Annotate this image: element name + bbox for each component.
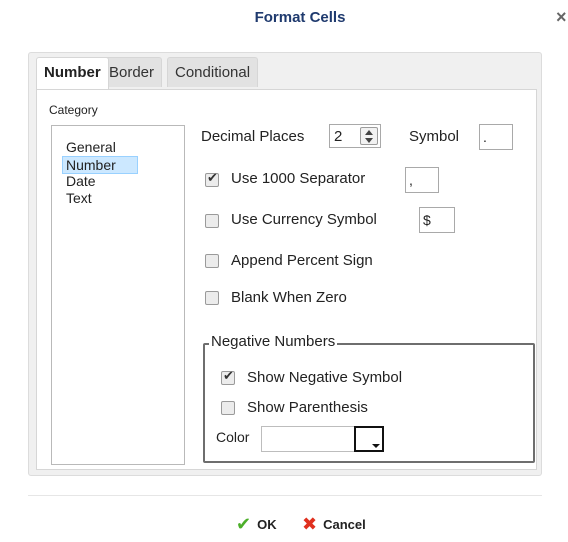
show-negative-symbol-label: Show Negative Symbol: [247, 369, 403, 386]
tab-number[interactable]: Number: [36, 57, 109, 90]
blank-zero-label: Blank When Zero: [231, 289, 347, 306]
cross-icon: ✖: [302, 513, 318, 535]
arrow-down-icon: [365, 138, 373, 143]
spinner-arrows-icon[interactable]: [360, 127, 378, 145]
decimal-places-label: Decimal Places: [201, 128, 305, 145]
tab-conditional[interactable]: Conditional: [167, 57, 259, 87]
category-item-text[interactable]: Text: [66, 190, 92, 206]
category-item-number[interactable]: Number: [62, 156, 138, 174]
show-parenthesis-label: Show Parenthesis: [247, 399, 368, 416]
currency-input[interactable]: $: [419, 207, 455, 233]
close-icon[interactable]: ×: [556, 8, 567, 26]
append-percent-checkbox[interactable]: [205, 254, 219, 268]
decimal-places-value: 2: [334, 128, 343, 145]
category-item-general[interactable]: General: [66, 139, 116, 155]
append-percent-label: Append Percent Sign: [231, 252, 373, 269]
symbol-label: Symbol: [409, 128, 460, 145]
cancel-label: Cancel: [323, 516, 366, 532]
dialog-title: Format Cells: [254, 9, 346, 26]
cancel-button[interactable]: ✖ Cancel: [302, 512, 366, 536]
format-cells-dialog: Format Cells × Border Conditional Number…: [0, 0, 568, 542]
color-dropdown-button[interactable]: [354, 426, 384, 452]
symbol-input[interactable]: .: [479, 124, 513, 150]
category-label: Category: [49, 103, 98, 117]
decimal-places-stepper[interactable]: 2: [329, 124, 381, 148]
use-currency-checkbox[interactable]: [205, 214, 219, 228]
tab-border[interactable]: Border: [101, 57, 163, 87]
title-bar: Format Cells ×: [0, 0, 568, 40]
ok-label: OK: [257, 516, 277, 532]
use-currency-label: Use Currency Symbol: [231, 211, 377, 228]
arrow-up-icon: [365, 130, 373, 135]
use-separator-checkbox[interactable]: [205, 171, 219, 187]
category-item-date[interactable]: Date: [66, 173, 96, 189]
show-negative-symbol-checkbox[interactable]: [221, 369, 235, 385]
separator-input[interactable]: ,: [405, 167, 439, 193]
blank-zero-checkbox[interactable]: [205, 291, 219, 305]
color-label: Color: [216, 429, 250, 445]
use-separator-label: Use 1000 Separator: [231, 170, 366, 187]
negative-numbers-title: Negative Numbers: [209, 333, 338, 350]
ok-button[interactable]: ✔ OK: [236, 512, 277, 536]
checkmark-icon: ✔: [236, 513, 252, 535]
show-parenthesis-checkbox[interactable]: [221, 401, 235, 415]
footer-divider: [28, 495, 542, 496]
